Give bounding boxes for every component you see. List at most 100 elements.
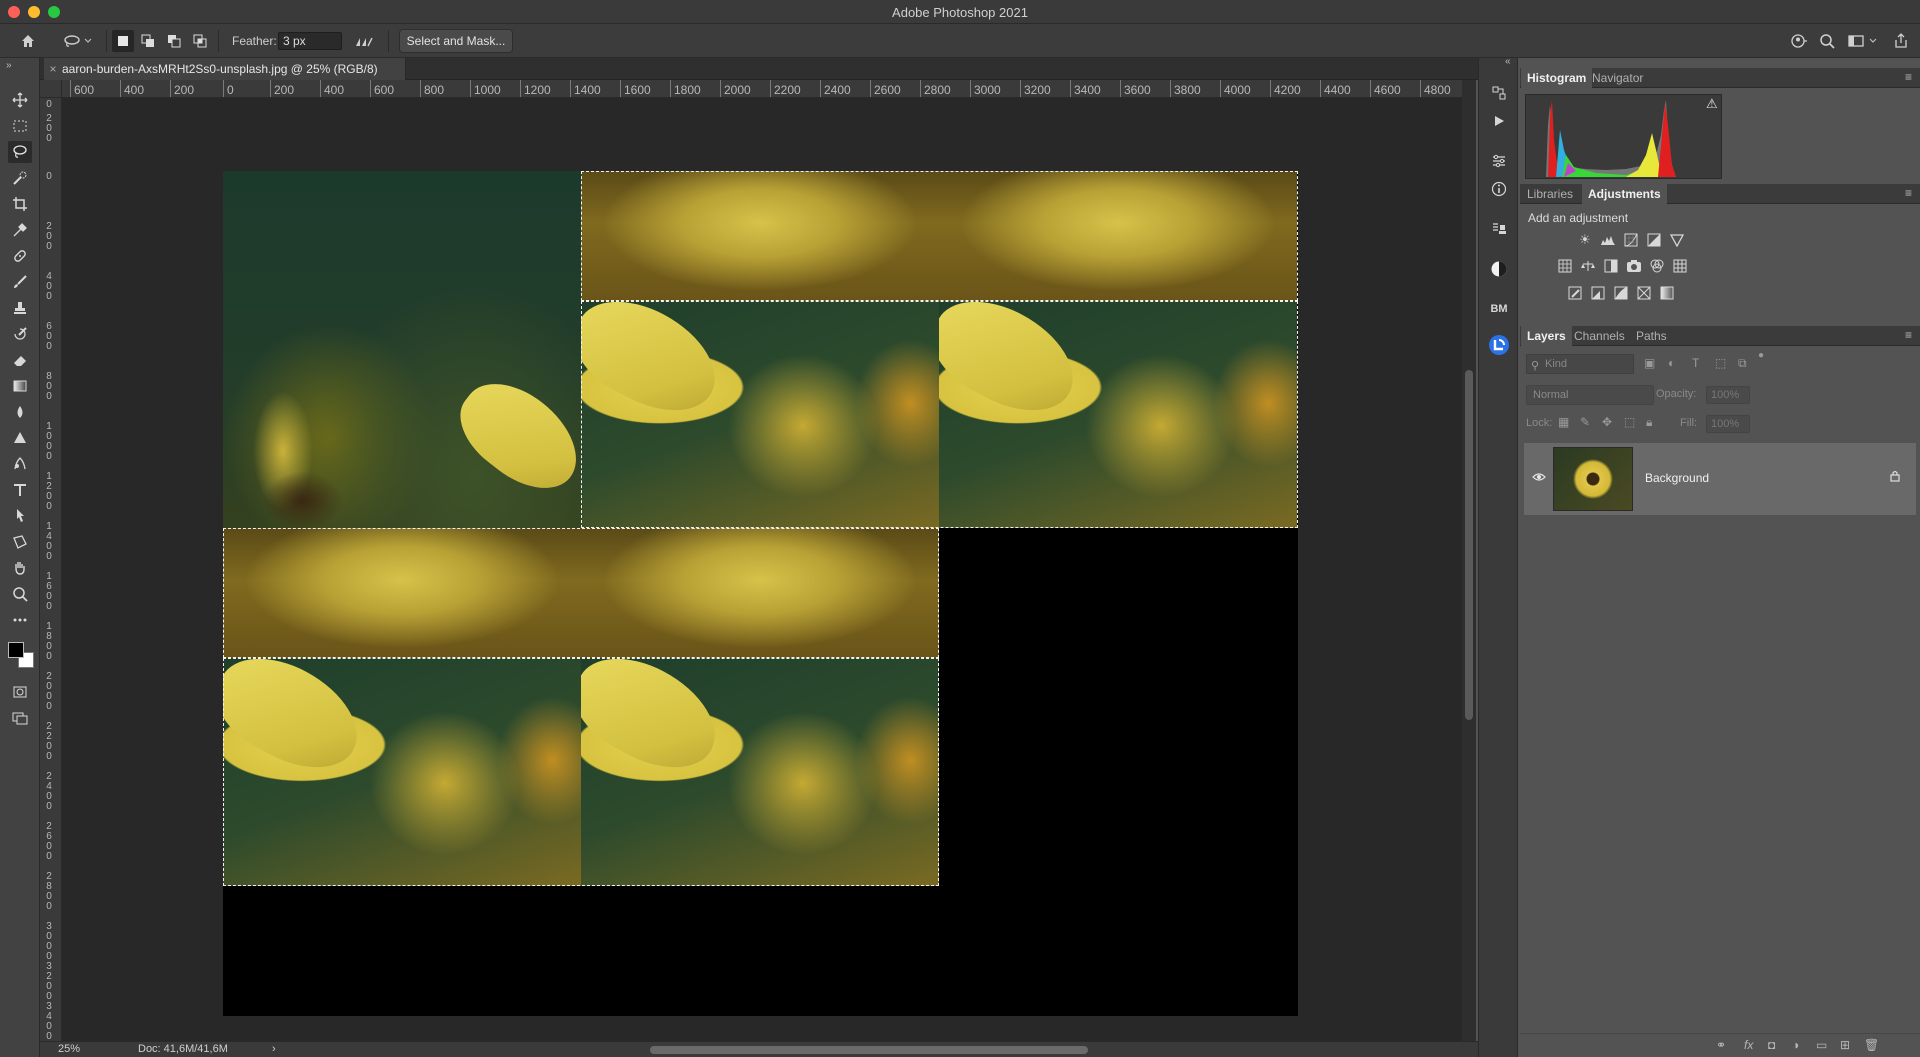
- quick-mask-icon[interactable]: [8, 681, 32, 703]
- ruler-origin[interactable]: [40, 80, 62, 98]
- document-tab[interactable]: × aaron-burden-AxsMRHt2Ss0-unsplash.jpg …: [44, 58, 406, 80]
- share-icon[interactable]: [1890, 31, 1912, 51]
- properties-icon[interactable]: [1487, 150, 1511, 172]
- bm-plugin-icon[interactable]: BM: [1487, 298, 1511, 320]
- feather-input[interactable]: 3 px: [278, 32, 342, 50]
- more-tools-icon[interactable]: [8, 609, 32, 631]
- layer-row[interactable]: Background: [1524, 443, 1916, 515]
- tab-channels[interactable]: Channels: [1568, 326, 1631, 346]
- opacity-field[interactable]: 100%: [1706, 386, 1750, 404]
- posterize-icon[interactable]: [1589, 285, 1607, 301]
- share-profile-icon[interactable]: [1788, 31, 1810, 51]
- lock-position-icon[interactable]: ✥: [1602, 415, 1612, 429]
- filter-toggle-icon[interactable]: ●: [1758, 350, 1764, 361]
- horizontal-ruler[interactable]: 600 400 200 0 200 400 600 800 1000 1200 …: [62, 80, 1462, 98]
- lock-paint-icon[interactable]: ✎: [1580, 415, 1590, 429]
- tab-navigator[interactable]: Navigator: [1586, 68, 1649, 88]
- selective-color-icon[interactable]: [1635, 285, 1653, 301]
- horizontal-scroll-thumb[interactable]: [650, 1046, 1088, 1054]
- intersect-selection-icon[interactable]: [189, 30, 211, 52]
- tab-close-icon[interactable]: ×: [44, 62, 62, 76]
- layer-kind-filter[interactable]: ⚲ Kind: [1526, 354, 1634, 374]
- eyedropper-icon[interactable]: [8, 219, 32, 241]
- lock-artboard-icon[interactable]: ⬚: [1624, 415, 1635, 429]
- color-lookup-icon[interactable]: [1671, 258, 1689, 274]
- dock-collapse-icon[interactable]: «: [1505, 56, 1511, 67]
- adjustments-dock-icon[interactable]: [1487, 258, 1511, 280]
- fill-field[interactable]: 100%: [1706, 415, 1750, 433]
- tab-adjustments[interactable]: Adjustments: [1582, 184, 1667, 204]
- anti-alias-icon[interactable]: [352, 31, 376, 51]
- history-icon[interactable]: [1487, 82, 1511, 104]
- subtract-selection-icon[interactable]: [163, 30, 185, 52]
- filter-type-icon[interactable]: T: [1692, 356, 1699, 370]
- tab-histogram[interactable]: Histogram: [1521, 68, 1593, 88]
- vibrance-icon[interactable]: [1668, 232, 1686, 248]
- history-brush-icon[interactable]: [8, 323, 32, 345]
- fx-icon[interactable]: fx: [1744, 1038, 1753, 1052]
- marquee-icon[interactable]: [8, 115, 32, 137]
- clone-stamp-icon[interactable]: [8, 297, 32, 319]
- hand-icon[interactable]: [8, 557, 32, 579]
- color-balance-icon[interactable]: [1579, 258, 1597, 274]
- lock-transparent-icon[interactable]: ▦: [1558, 415, 1569, 429]
- pen-icon[interactable]: [8, 453, 32, 475]
- search-icon[interactable]: [1816, 31, 1838, 51]
- filter-adjustment-icon[interactable]: ◐: [1668, 356, 1675, 370]
- workspace-icon[interactable]: [1846, 31, 1880, 51]
- curves-icon[interactable]: [1622, 232, 1640, 248]
- delete-layer-icon[interactable]: 🗑︎: [1864, 1038, 1879, 1052]
- blend-mode-select[interactable]: Normal: [1526, 385, 1654, 405]
- histogram-warning-icon[interactable]: ⚠: [1706, 96, 1718, 112]
- home-icon[interactable]: [16, 31, 40, 51]
- lock-all-icon[interactable]: 🔒︎: [1646, 415, 1652, 430]
- panel-menu-icon[interactable]: ≡: [1905, 328, 1912, 342]
- clone-source-icon[interactable]: [1487, 218, 1511, 240]
- spot-heal-icon[interactable]: [8, 245, 32, 267]
- link-layers-icon[interactable]: ⚭: [1716, 1038, 1726, 1052]
- add-selection-icon[interactable]: [137, 30, 159, 52]
- channel-mixer-icon[interactable]: [1648, 258, 1666, 274]
- foreground-color-swatch[interactable]: [8, 642, 24, 658]
- type-icon[interactable]: [8, 479, 32, 501]
- document-canvas[interactable]: [223, 171, 1298, 1016]
- panel-menu-icon[interactable]: ≡: [1905, 70, 1912, 84]
- zoom-icon[interactable]: [8, 583, 32, 605]
- dodge-icon[interactable]: [8, 427, 32, 449]
- shape-icon[interactable]: [8, 531, 32, 553]
- exposure-icon[interactable]: [1645, 232, 1663, 248]
- brightness-icon[interactable]: ☀: [1576, 232, 1594, 248]
- vertical-scrollbar[interactable]: [1462, 80, 1476, 1041]
- quick-select-icon[interactable]: [8, 167, 32, 189]
- color-swatches[interactable]: [6, 636, 34, 674]
- new-group-icon[interactable]: ▭: [1816, 1038, 1827, 1052]
- new-selection-icon[interactable]: [112, 30, 134, 52]
- zoom-level[interactable]: 25%: [58, 1043, 80, 1055]
- blur-icon[interactable]: [8, 401, 32, 423]
- tools-collapse-icon[interactable]: »: [6, 60, 12, 71]
- visibility-eye-icon[interactable]: [1532, 471, 1546, 485]
- actions-play-icon[interactable]: [1487, 110, 1511, 132]
- black-white-icon[interactable]: [1602, 258, 1620, 274]
- threshold-icon[interactable]: [1612, 285, 1630, 301]
- lasso-preset-icon[interactable]: [60, 31, 96, 51]
- levels-icon[interactable]: [1599, 232, 1617, 248]
- gradient-map-icon[interactable]: [1658, 285, 1676, 301]
- filter-pixel-icon[interactable]: ▣: [1644, 356, 1655, 370]
- new-adjustment-layer-icon[interactable]: ◑: [1792, 1038, 1799, 1052]
- plugin-accent-icon[interactable]: [1487, 334, 1511, 356]
- brush-icon[interactable]: [8, 271, 32, 293]
- filter-smart-object-icon[interactable]: ⧉: [1738, 356, 1747, 371]
- lasso-icon[interactable]: [8, 141, 32, 163]
- photo-filter-icon[interactable]: [1625, 258, 1643, 274]
- canvas-workspace[interactable]: [62, 98, 1462, 1041]
- vertical-scroll-thumb[interactable]: [1465, 370, 1473, 720]
- vertical-ruler[interactable]: 0 200 0 200 400 600 800 1000 1200 1400 1…: [40, 98, 62, 1041]
- move-icon[interactable]: [8, 89, 32, 111]
- eraser-icon[interactable]: [8, 349, 32, 371]
- crop-icon[interactable]: [8, 193, 32, 215]
- invert-icon[interactable]: [1566, 285, 1584, 301]
- tab-layers[interactable]: Layers: [1521, 326, 1572, 346]
- panel-menu-icon[interactable]: ≡: [1905, 186, 1912, 200]
- filter-shape-icon[interactable]: ⬚: [1715, 356, 1726, 370]
